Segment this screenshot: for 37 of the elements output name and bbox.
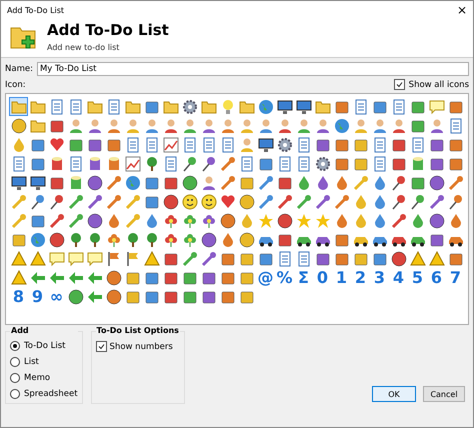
group-title: To-Do List Options — [96, 326, 180, 335]
radio-label: To-Do List — [24, 341, 66, 351]
ok-button[interactable]: OK — [372, 386, 416, 402]
symbol-icon[interactable]: 8 — [12, 288, 24, 304]
checkbox-label: Show all icons — [408, 80, 469, 90]
radio-label: Memo — [24, 373, 50, 383]
symbol-icon[interactable]: 2 — [354, 270, 366, 286]
close-button[interactable]: × — [456, 3, 467, 17]
symbol-icon[interactable]: 9 — [32, 288, 44, 304]
symbol-icon[interactable]: 3 — [374, 270, 386, 286]
symbol-icon[interactable]: Σ — [298, 270, 309, 286]
symbol-icon[interactable]: ∞ — [50, 288, 64, 304]
cancel-button[interactable]: Cancel — [423, 386, 465, 402]
checkbox[interactable] — [394, 79, 405, 90]
radio-label: List — [24, 357, 39, 367]
radio-label: Spreadsheet — [24, 389, 78, 399]
window-title: Add To-Do List — [7, 6, 64, 14]
dialog-subtitle: Add new to-do list — [47, 43, 120, 52]
dialog-title: Add To-Do List — [47, 21, 169, 39]
radio-button[interactable] — [10, 389, 20, 399]
symbol-icon[interactable]: 5 — [412, 270, 424, 286]
checkbox[interactable] — [96, 341, 107, 352]
symbol-icon[interactable]: @ — [258, 270, 274, 286]
symbol-icon[interactable]: % — [276, 270, 293, 286]
symbol-icon[interactable]: 6 — [430, 270, 442, 286]
symbol-icon[interactable]: 7 — [450, 270, 462, 286]
icon-label: Icon: — [5, 80, 26, 90]
name-field[interactable]: My To-Do List — [36, 62, 469, 76]
radio-button[interactable] — [10, 357, 20, 367]
group-title: Add — [10, 326, 78, 335]
name-label: Name: — [5, 64, 33, 74]
radio-button[interactable] — [10, 341, 20, 351]
checkbox-label: Show numbers — [110, 342, 173, 352]
symbol-icon[interactable]: 1 — [336, 270, 348, 286]
radio-button[interactable] — [10, 373, 20, 383]
symbol-icon[interactable]: 0 — [316, 270, 328, 286]
symbol-icon[interactable]: 4 — [392, 270, 404, 286]
